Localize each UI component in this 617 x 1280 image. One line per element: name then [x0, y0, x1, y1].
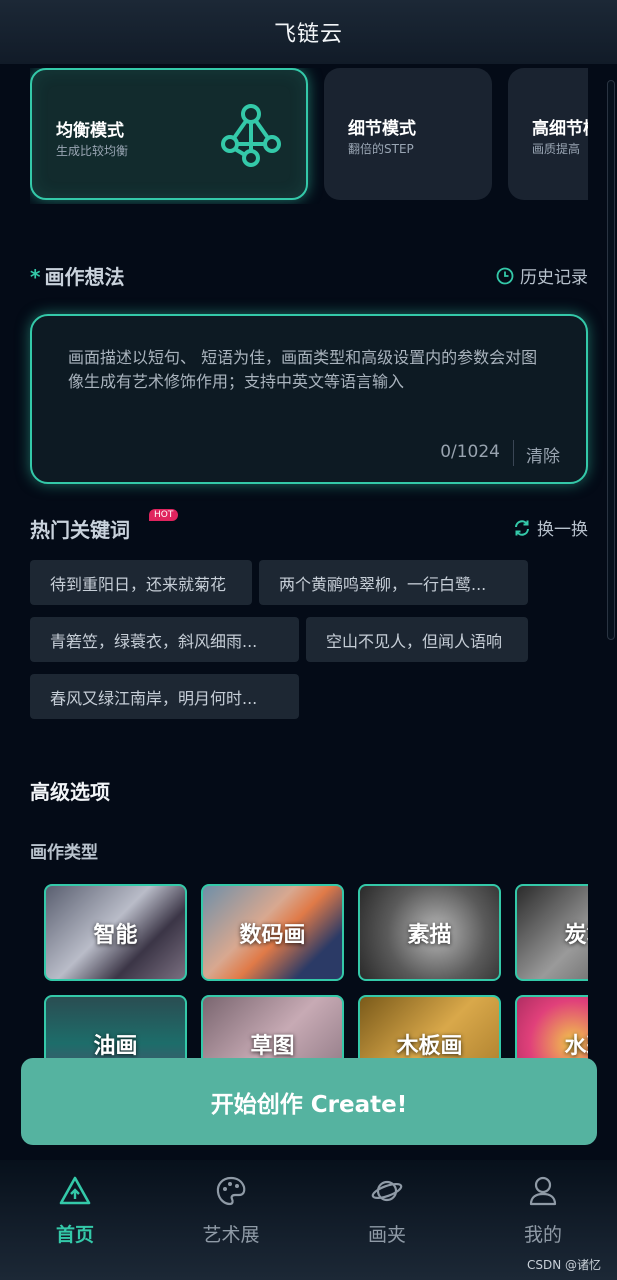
- hot-badge: HOT: [149, 509, 179, 521]
- watermark: CSDN @诸忆: [526, 1258, 601, 1272]
- palette-icon: [216, 1176, 246, 1206]
- art-type-sketch[interactable]: 素描: [358, 884, 501, 981]
- bottom-tab-bar: 首页 艺术展 画夹 我的: [0, 1160, 617, 1280]
- prompt-section-title: * 画作想法: [30, 261, 124, 290]
- keyword-chip[interactable]: 空山不见人，但闻人语响: [306, 617, 528, 662]
- tab-profile[interactable]: 我的: [493, 1174, 593, 1264]
- prompt-title-text: 画作想法: [44, 265, 125, 289]
- prompt-box: 0/1024 清除: [30, 314, 588, 484]
- art-type-digital[interactable]: 数码画: [201, 884, 344, 981]
- divider: [513, 440, 514, 466]
- refresh-icon: [515, 519, 529, 536]
- keywords-section-title: 热门关键词: [30, 518, 130, 542]
- tab-art-exhibition[interactable]: 艺术展: [181, 1174, 281, 1264]
- tab-label: 我的: [523, 1224, 562, 1246]
- mode-desc: 生成比较均衡: [56, 144, 129, 158]
- prompt-input[interactable]: [68, 346, 548, 436]
- char-counter: 0/1024: [440, 442, 500, 462]
- keyword-chip[interactable]: 春风又绿江南岸，明月何时...: [30, 674, 299, 719]
- scrollbar[interactable]: [607, 80, 615, 640]
- graph-nodes-icon: [221, 104, 281, 167]
- keyword-chip[interactable]: 两个黄鹂鸣翠柳，一行白鹭...: [259, 560, 528, 605]
- tab-folder[interactable]: 画夹: [337, 1174, 437, 1264]
- mode-card-balanced[interactable]: 均衡模式 生成比较均衡: [30, 68, 308, 200]
- art-type-watercolor[interactable]: 水彩: [515, 995, 588, 1060]
- create-button[interactable]: 开始创作 Create!: [21, 1058, 597, 1145]
- clock-icon: [496, 267, 514, 284]
- app-header: 飞链云: [0, 0, 617, 64]
- tab-home[interactable]: 首页: [25, 1174, 125, 1264]
- user-icon: [529, 1176, 557, 1206]
- mode-name: 均衡模式: [56, 121, 124, 141]
- required-mark: *: [30, 265, 41, 289]
- mode-card-high-detail[interactable]: 高细节模 画质提高: [508, 68, 588, 200]
- keyword-chip[interactable]: 青箬笠，绿蓑衣，斜风细雨...: [30, 617, 299, 662]
- art-type-smart[interactable]: 智能: [44, 884, 187, 981]
- art-type-charcoal[interactable]: 炭笔: [515, 884, 588, 981]
- art-type-grid: 智能 数码画 素描 炭笔 油画 草图 木板画 水彩: [44, 884, 588, 1060]
- clear-button[interactable]: 清除: [526, 442, 560, 467]
- tab-label: 首页: [55, 1224, 94, 1246]
- tab-label: 画夹: [367, 1224, 406, 1246]
- refresh-label: 换一换: [537, 520, 588, 540]
- mode-name: 高细节模: [532, 119, 588, 139]
- home-icon: [59, 1176, 91, 1205]
- app-title: 飞链云: [273, 22, 343, 47]
- refresh-keywords-button[interactable]: 换一换: [513, 515, 588, 540]
- art-type-title: 画作类型: [30, 843, 98, 863]
- art-type-woodblock[interactable]: 木板画: [358, 995, 501, 1060]
- art-type-draft[interactable]: 草图: [201, 995, 344, 1060]
- mode-selector: 均衡模式 生成比较均衡 细节模式 翻倍的STEP 高细节模 画质提高: [30, 68, 588, 204]
- planet-icon: [371, 1180, 403, 1202]
- keyword-chip[interactable]: 待到重阳日，还来就菊花: [30, 560, 252, 605]
- tab-label: 艺术展: [202, 1224, 260, 1246]
- mode-desc: 翻倍的STEP: [348, 142, 414, 156]
- mode-desc: 画质提高: [532, 142, 581, 156]
- history-label: 历史记录: [520, 268, 588, 288]
- mode-name: 细节模式: [348, 119, 416, 139]
- advanced-section-title: 高级选项: [30, 780, 110, 804]
- history-link[interactable]: 历史记录: [496, 263, 588, 288]
- art-type-oil[interactable]: 油画: [44, 995, 187, 1060]
- mode-card-detail[interactable]: 细节模式 翻倍的STEP: [324, 68, 492, 200]
